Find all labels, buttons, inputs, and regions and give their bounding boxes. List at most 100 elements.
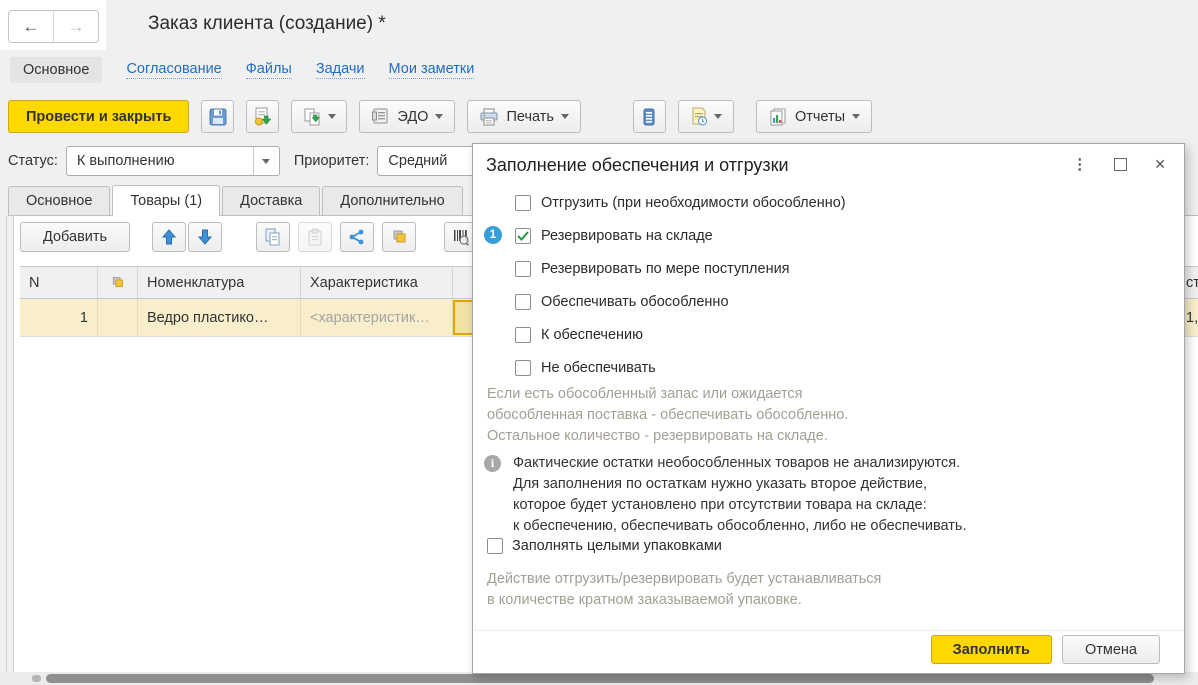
share-button[interactable]: [340, 222, 374, 252]
register-list-icon: [640, 107, 658, 127]
post-document-button[interactable]: [246, 100, 279, 133]
option-fill-whole-packs[interactable]: Заполнять целыми упаковками: [487, 538, 722, 554]
post-document-icon: [253, 107, 273, 127]
arrow-up-icon: [162, 229, 176, 245]
column-header-isolated[interactable]: [98, 267, 138, 298]
close-icon[interactable]: ✕: [1154, 156, 1166, 173]
cell-isolated[interactable]: [98, 299, 138, 336]
paste-rows-button[interactable]: [298, 222, 332, 252]
nav-tab-notes[interactable]: Мои заметки: [389, 61, 475, 79]
status-label: Статус:: [8, 153, 58, 169]
reports-label: Отчеты: [795, 109, 845, 125]
save-button[interactable]: [201, 100, 234, 133]
print-label: Печать: [506, 109, 554, 125]
column-header-characteristic-label: Характеристика: [310, 275, 418, 291]
history-nav: ← →: [8, 10, 99, 43]
info-note-text: Фактические остатки необособленных товар…: [513, 453, 967, 537]
tab-main[interactable]: Основное: [8, 186, 110, 216]
scrollbar-left-nub[interactable]: [32, 675, 41, 682]
stacked-squares-icon: [390, 228, 408, 246]
document-clock-icon: [689, 107, 709, 127]
option-reserve-warehouse[interactable]: 1 Резервировать на складе: [473, 219, 1184, 252]
scrollbar-thumb[interactable]: [46, 674, 1154, 683]
check-icon: [517, 231, 529, 241]
dialog-footer: Заполнить Отмена: [931, 635, 1160, 664]
copy-icon: [264, 228, 282, 246]
panel-gutter: [6, 216, 7, 672]
cell-nomenclature[interactable]: Ведро пластико…: [138, 299, 301, 336]
main-toolbar: Провести и закрыть ЭДО Печать: [8, 100, 872, 133]
share-icon: [348, 228, 366, 246]
tab-goods[interactable]: Товары (1): [112, 185, 220, 216]
option-do-not-supply[interactable]: Не обеспечивать: [473, 351, 1184, 384]
option-label: Обеспечивать обособленно: [541, 294, 729, 310]
checkbox[interactable]: [515, 261, 531, 277]
fill-supply-dialog: Заполнение обеспечения и отгрузки ⋮ ✕ От…: [472, 143, 1185, 674]
dialog-title: Заполнение обеспечения и отгрузки: [486, 155, 789, 176]
more-menu-icon[interactable]: ⋮: [1072, 155, 1087, 173]
dropdown-caret-icon: [328, 114, 336, 119]
column-header-nomenclature-label: Номенклатура: [147, 275, 244, 291]
info-icon: i: [484, 455, 501, 472]
tab-delivery[interactable]: Доставка: [222, 186, 320, 216]
cell-n[interactable]: 1: [20, 299, 98, 336]
column-header-n[interactable]: N: [20, 267, 98, 298]
add-row-button[interactable]: Добавить: [20, 222, 130, 252]
option-label: Резервировать по мере поступления: [541, 261, 790, 277]
option-supply-isolated[interactable]: Обеспечивать обособленно: [473, 285, 1184, 318]
option-reserve-on-receipt[interactable]: Резервировать по мере поступления: [473, 252, 1184, 285]
nav-tab-files[interactable]: Файлы: [246, 61, 292, 79]
order-badge: 1: [484, 226, 502, 244]
option-to-supply[interactable]: К обеспечению: [473, 318, 1184, 351]
option-label: К обеспечению: [541, 327, 643, 343]
edo-icon: [371, 107, 390, 126]
checkbox[interactable]: [515, 195, 531, 211]
back-button[interactable]: ←: [9, 11, 54, 42]
fill-button[interactable]: Заполнить: [931, 635, 1052, 664]
move-up-button[interactable]: [152, 222, 186, 252]
checkbox[interactable]: [515, 327, 531, 343]
reports-button[interactable]: Отчеты: [756, 100, 872, 133]
edo-button[interactable]: ЭДО: [359, 100, 455, 133]
nav-tab-approval[interactable]: Согласование: [126, 61, 221, 79]
column-header-partial[interactable]: ст: [1184, 267, 1198, 298]
isolate-rows-button[interactable]: [382, 222, 416, 252]
column-header-nomenclature[interactable]: Номенклатура: [138, 267, 301, 298]
app-window: ← → Заказ клиента (создание) * Основное …: [0, 0, 1198, 685]
create-based-on-icon: [303, 107, 323, 127]
stacked-squares-icon: [110, 275, 125, 290]
page-title: Заказ клиента (создание) *: [148, 13, 386, 35]
status-dropdown-button[interactable]: [253, 147, 279, 175]
register-records-button[interactable]: [633, 100, 666, 133]
save-icon: [208, 107, 228, 127]
column-header-characteristic[interactable]: Характеристика: [301, 267, 453, 298]
forward-button[interactable]: →: [54, 11, 98, 42]
status-select[interactable]: К выполнению: [66, 146, 280, 176]
cancel-button[interactable]: Отмена: [1062, 635, 1160, 664]
copy-rows-button[interactable]: [256, 222, 290, 252]
maximize-icon[interactable]: [1114, 158, 1127, 171]
create-based-on-button[interactable]: [291, 100, 347, 133]
option-label: Резервировать на складе: [541, 228, 713, 244]
option-ship[interactable]: Отгрузить (при необходимости обособленно…: [473, 186, 1184, 219]
scheduled-tasks-button[interactable]: [678, 100, 734, 133]
cell-partial[interactable]: 1,: [1184, 299, 1198, 336]
checkbox[interactable]: [515, 228, 531, 244]
document-tabs: Основное Товары (1) Доставка Дополнитель…: [8, 185, 465, 216]
cell-partial-value: 1,: [1186, 310, 1198, 326]
move-down-button[interactable]: [188, 222, 222, 252]
arrow-down-icon: [198, 229, 212, 245]
checkbox[interactable]: [515, 294, 531, 310]
nav-tab-main[interactable]: Основное: [10, 57, 102, 83]
checkbox[interactable]: [515, 360, 531, 376]
print-button[interactable]: Печать: [467, 100, 581, 133]
cell-characteristic[interactable]: <характеристик…: [301, 299, 453, 336]
nav-tab-tasks[interactable]: Задачи: [316, 61, 365, 79]
reports-icon: [768, 107, 788, 127]
barcode-icon: [452, 228, 470, 246]
cell-nomenclature-value: Ведро пластико…: [147, 310, 268, 326]
post-and-close-button[interactable]: Провести и закрыть: [8, 100, 189, 133]
option-label: Не обеспечивать: [541, 360, 656, 376]
tab-additional[interactable]: Дополнительно: [322, 186, 462, 216]
checkbox[interactable]: [487, 538, 503, 554]
